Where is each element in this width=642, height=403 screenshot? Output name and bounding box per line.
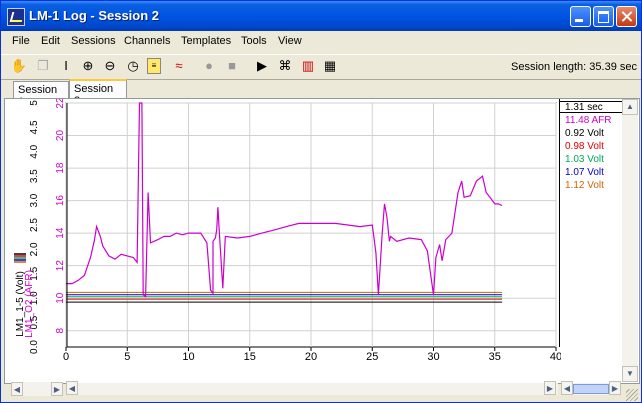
afr-tick-label: 16: [55, 195, 66, 207]
volt-tick-label: 4.0: [29, 144, 40, 158]
notepad-icon[interactable]: ≡: [147, 58, 161, 74]
left-scroll-left-button[interactable]: ◀: [11, 382, 23, 396]
legend-entry: 1.31 sec: [560, 101, 622, 113]
scroll-right-button[interactable]: ▶: [544, 381, 556, 395]
chart-legend: 1.31 sec 11.48 AFR 0.92 Volt 0.98 Volt 1.03 …: [559, 99, 622, 347]
volt-tick-label: 5: [29, 100, 40, 106]
x-tick-label: 15: [244, 351, 256, 363]
hand-icon[interactable]: ✋: [10, 57, 28, 75]
legend-horizontal-scrollbar[interactable]: ◀ ▶: [561, 381, 621, 395]
afr-tick-label: 18: [55, 162, 66, 174]
zoom-out-icon[interactable]: ⊖: [101, 57, 119, 75]
maximize-button[interactable]: [593, 6, 614, 27]
binoculars-icon[interactable]: ⌘: [276, 57, 294, 75]
grid-icon[interactable]: ▦: [321, 57, 339, 75]
afr-tick-label: 20: [55, 130, 66, 142]
x-tick-label: 40: [550, 351, 561, 363]
afr-tick-label: 10: [55, 292, 66, 304]
afr-tick-label: 8: [55, 328, 66, 334]
record-icon: ●: [205, 58, 213, 73]
app-icon[interactable]: [7, 8, 25, 26]
chart-pane: 0 5 10 15 20 25 30 35 40 8 10 12 14 16 18 20 22 0.0 0.5 1.0…: [4, 98, 640, 395]
stop-icon: ■: [228, 58, 236, 73]
app-window: LM-1 Log - Session 2 File Edit Sessions …: [0, 0, 642, 403]
legend-scroll-left-button[interactable]: ◀: [561, 381, 573, 395]
x-tick-label: 10: [182, 351, 194, 363]
menu-templates[interactable]: Templates: [181, 35, 231, 47]
afr-tick-label: 12: [55, 260, 66, 272]
title-bar[interactable]: LM-1 Log - Session 2: [1, 1, 641, 31]
legend-entry: 0.92 Volt: [565, 128, 604, 139]
window-title: LM-1 Log - Session 2: [29, 8, 160, 23]
menu-channels[interactable]: Channels: [124, 35, 170, 47]
volt-tick-label: 2.5: [29, 218, 40, 232]
tab-session-1[interactable]: Session 1: [13, 81, 69, 108]
x-tick-label: 5: [124, 351, 130, 363]
tab-session-2[interactable]: Session 2: [69, 79, 127, 107]
wave-icon[interactable]: ≈: [170, 57, 188, 75]
legend-entry: 1.03 Volt: [565, 154, 604, 165]
scroll-up-button[interactable]: ▲: [622, 99, 638, 115]
afr-tick-label: 22: [55, 99, 66, 109]
menu-bar: File Edit Sessions Channels Templates To…: [1, 32, 641, 52]
volt-tick-label: 2.0: [29, 242, 40, 256]
session-length-label: Session length:: [511, 61, 587, 73]
volt-tick-label: 0.0: [29, 340, 40, 354]
x-tick-label: 0: [63, 351, 69, 363]
legend-entry: 11.48 AFR: [565, 115, 612, 126]
volt-tick-label: 4.5: [29, 120, 40, 134]
toolbar: ✋ ❐ I ⊕ ⊖ ◷ ≡ ≈ ● ■ ▶ ⌘ ▥ ▦ Session leng…: [1, 54, 641, 80]
horizontal-scrollbar[interactable]: ◀ ▶: [66, 381, 558, 395]
zoom-in-icon[interactable]: ⊕: [79, 57, 97, 75]
clock-icon[interactable]: ◷: [124, 57, 142, 75]
x-tick-label: 35: [489, 351, 501, 363]
scroll-down-button[interactable]: ▼: [622, 366, 638, 382]
x-tick-label: 25: [366, 351, 378, 363]
menu-sessions[interactable]: Sessions: [71, 35, 116, 47]
chart-plot[interactable]: 0 5 10 15 20 25 30 35 408101214161820220.00.51.0…: [5, 99, 561, 383]
chart-icon[interactable]: ▥: [299, 57, 317, 75]
left-horizontal-scrollbar[interactable]: ◀ ▶: [11, 382, 63, 396]
session-length: Session length: 35.39 sec: [511, 61, 637, 73]
minimize-button[interactable]: [570, 6, 591, 27]
legend-entry: 1.12 Volt: [565, 180, 604, 191]
close-button[interactable]: [616, 6, 637, 27]
menu-tools[interactable]: Tools: [241, 35, 267, 47]
play-icon[interactable]: ▶: [253, 57, 271, 75]
legend-entry: 0.98 Volt: [565, 141, 604, 152]
scroll-left-button[interactable]: ◀: [66, 381, 78, 395]
legend-entry: 1.07 Volt: [565, 167, 604, 178]
menu-file[interactable]: File: [12, 35, 30, 47]
session-length-value: 35.39 sec: [589, 61, 637, 73]
menu-edit[interactable]: Edit: [41, 35, 60, 47]
afr-axis-label: LM1_O2 (AFR): [24, 270, 35, 338]
legend-scroll-thumb[interactable]: [573, 384, 609, 394]
resize-grip[interactable]: [626, 389, 638, 401]
volt-tick-label: 3.0: [29, 193, 40, 207]
text-cursor-icon[interactable]: I: [57, 57, 75, 75]
afr-tick-label: 14: [55, 227, 66, 239]
left-scroll-right-button[interactable]: ▶: [51, 382, 63, 396]
x-tick-label: 30: [427, 351, 439, 363]
disabled-icon: ❐: [37, 58, 49, 73]
menu-view[interactable]: View: [278, 35, 302, 47]
volt-tick-label: 3.5: [29, 169, 40, 183]
legend-scroll-right-button[interactable]: ▶: [609, 381, 621, 395]
x-tick-label: 20: [305, 351, 317, 363]
vertical-scrollbar[interactable]: ▲ ▼: [622, 99, 638, 382]
